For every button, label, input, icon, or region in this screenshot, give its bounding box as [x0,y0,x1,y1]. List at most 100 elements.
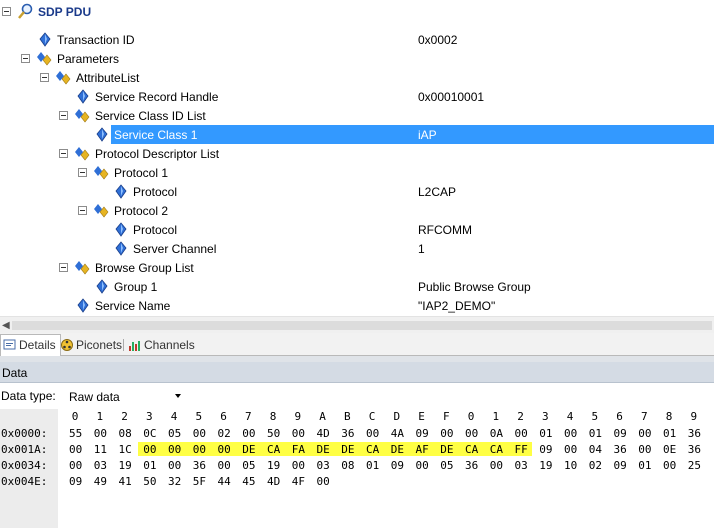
hex-byte[interactable]: 00 [193,443,213,456]
hex-byte[interactable]: 01 [143,459,163,472]
hex-byte[interactable]: 41 [119,475,139,488]
hex-byte[interactable]: 02 [218,427,238,440]
hex-byte[interactable]: 36 [465,459,485,472]
hex-byte[interactable]: 36 [193,459,213,472]
hex-byte[interactable]: 00 [69,459,89,472]
hex-byte[interactable]: 11 [94,443,114,456]
hex-byte[interactable]: 09 [391,459,411,472]
hex-byte[interactable]: 25 [688,459,708,472]
hex-byte[interactable]: 4D [267,475,287,488]
hex-byte[interactable]: CA [490,443,510,456]
collapse-icon[interactable] [59,111,68,120]
hex-byte[interactable]: FF [515,443,535,456]
hex-byte[interactable]: 00 [638,427,658,440]
hex-byte[interactable]: 0C [143,427,163,440]
hex-byte[interactable]: 05 [242,459,262,472]
hex-byte[interactable]: 44 [218,475,238,488]
hex-byte[interactable]: 36 [688,443,708,456]
tree-row-service-name[interactable]: Service Name "IAP2_DEMO" [0,296,714,315]
hex-byte[interactable]: 00 [638,443,658,456]
hex-byte[interactable]: 5F [193,475,213,488]
hex-byte[interactable]: 00 [564,443,584,456]
scroll-left-icon[interactable]: ◀ [2,320,10,331]
hex-byte[interactable]: 00 [218,459,238,472]
hex-byte[interactable]: 01 [539,427,559,440]
hex-byte[interactable]: CA [366,443,386,456]
hex-byte[interactable]: 00 [564,427,584,440]
tree-row-protocol-1[interactable]: Protocol 1 [0,163,714,182]
hex-byte[interactable]: 36 [341,427,361,440]
hex-byte[interactable]: 4D [317,427,337,440]
hex-byte[interactable]: 09 [614,459,634,472]
hex-byte[interactable]: 00 [69,443,89,456]
tree-row-browse-group-list[interactable]: Browse Group List [0,258,714,277]
hex-byte[interactable]: FA [292,443,312,456]
hex-view[interactable]: 0 1 2 3 4 5 6 7 8 9 A B C D E F 0 1 2 3 4 5 6 7 8 9 0x0000: 55 00 08 0… [0,409,714,528]
hex-byte[interactable]: CA [267,443,287,456]
hex-byte[interactable]: 36 [614,443,634,456]
hex-byte[interactable]: AF [416,443,436,456]
hex-byte[interactable]: 00 [515,427,535,440]
hex-byte[interactable]: 00 [292,427,312,440]
tree-row-server-channel[interactable]: Server Channel 1 [0,239,714,258]
tree-row-protocol-l2cap[interactable]: Protocol L2CAP [0,182,714,201]
tree-row-root[interactable]: SDP PDU [0,2,714,21]
hex-byte[interactable]: 08 [119,427,139,440]
hex-byte[interactable]: 01 [663,427,683,440]
hex-byte[interactable]: 00 [168,443,188,456]
hex-byte[interactable]: 4F [292,475,312,488]
hex-byte[interactable]: 36 [688,427,708,440]
tree-row-transaction-id[interactable]: Transaction ID 0x0002 [0,30,714,49]
hex-byte[interactable]: 00 [143,443,163,456]
hex-byte[interactable]: 08 [341,459,361,472]
hex-byte[interactable]: 32 [168,475,188,488]
hex-byte[interactable]: DE [391,443,411,456]
hex-byte[interactable]: 50 [267,427,287,440]
tree-row-service-record-handle[interactable]: Service Record Handle 0x00010001 [0,87,714,106]
hex-byte[interactable]: 01 [366,459,386,472]
scrollbar-track[interactable] [12,321,712,330]
hex-byte[interactable]: 03 [317,459,337,472]
hex-byte[interactable]: CA [465,443,485,456]
hex-byte[interactable]: DE [440,443,460,456]
hex-byte[interactable]: 4A [391,427,411,440]
hex-byte[interactable]: 19 [539,459,559,472]
sdp-tree-view[interactable]: SDP PDU Transaction ID 0x0002 Parameters… [0,0,714,316]
tree-row-attributelist[interactable]: AttributeList [0,68,714,87]
horizontal-scrollbar[interactable]: ◀ [0,316,714,333]
collapse-icon[interactable] [2,7,11,16]
hex-byte[interactable]: 05 [168,427,188,440]
collapse-icon[interactable] [78,168,87,177]
tab-channels[interactable]: Channels [126,335,199,355]
data-type-select[interactable]: Raw data [65,386,185,406]
hex-byte[interactable]: 00 [663,459,683,472]
hex-byte[interactable]: 1C [119,443,139,456]
hex-byte[interactable]: 00 [465,427,485,440]
hex-byte[interactable]: 09 [416,427,436,440]
tree-row-protocol-descriptor-list[interactable]: Protocol Descriptor List [0,144,714,163]
hex-byte[interactable]: 03 [515,459,535,472]
tree-row-group-1[interactable]: Group 1 Public Browse Group [0,277,714,296]
tree-row-protocol-rfcomm[interactable]: Protocol RFCOMM [0,220,714,239]
hex-byte[interactable]: 00 [440,427,460,440]
hex-byte[interactable]: 05 [440,459,460,472]
hex-byte[interactable]: 09 [69,475,89,488]
hex-byte[interactable]: 00 [242,427,262,440]
hex-byte[interactable]: 00 [292,459,312,472]
hex-byte[interactable]: 00 [416,459,436,472]
hex-byte[interactable]: 09 [614,427,634,440]
hex-byte[interactable]: 01 [638,459,658,472]
collapse-icon[interactable] [21,54,30,63]
collapse-icon[interactable] [40,73,49,82]
hex-byte[interactable]: 04 [589,443,609,456]
hex-byte[interactable]: 00 [94,427,114,440]
hex-byte[interactable]: 09 [539,443,559,456]
tree-row-parameters[interactable]: Parameters [0,49,714,68]
hex-byte[interactable]: 01 [589,427,609,440]
collapse-icon[interactable] [59,263,68,272]
hex-byte[interactable]: 49 [94,475,114,488]
hex-byte[interactable]: DE [317,443,337,456]
hex-byte[interactable]: DE [341,443,361,456]
hex-byte[interactable]: 00 [490,459,510,472]
hex-byte[interactable]: 00 [366,427,386,440]
